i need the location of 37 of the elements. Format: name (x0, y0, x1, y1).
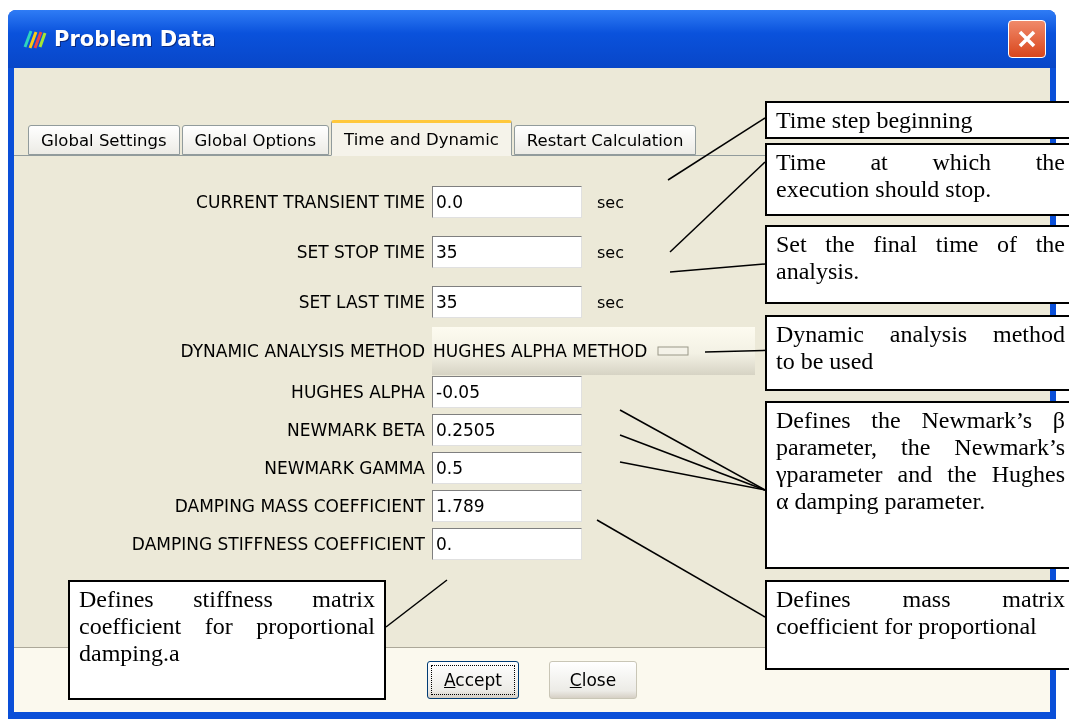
field-label: HUGHES ALPHA (290, 382, 425, 402)
callout-text: Defines mass matrix coefficient for proportional (776, 586, 1065, 640)
callout-text: Defines stiffness matrix coefficient for proportional damping.a (79, 586, 375, 667)
input-field[interactable]: 0.2505 (432, 414, 582, 446)
input-field[interactable]: 35 (432, 236, 582, 268)
tab[interactable]: Global Settings (28, 125, 180, 155)
unit-label: sec (597, 292, 624, 312)
callout-text: Time at which the execution should stop. (776, 149, 1065, 203)
input-field[interactable]: -0.05 (432, 376, 582, 408)
field-label: DAMPING MASS COEFFICIENT (173, 496, 425, 516)
window-title: Problem Data (54, 27, 217, 51)
field-label: DYNAMIC ANALYSIS METHOD (179, 341, 425, 361)
input-field[interactable]: 0.0 (432, 186, 582, 218)
method-dropdown[interactable]: HUGHES ALPHA METHOD (432, 327, 755, 375)
callout-text: Defines the Newmark’s β parameter, the Newmark’s γparameter and the Hughes α damping parameter. (776, 407, 1065, 515)
unit-label: sec (597, 192, 624, 212)
field-label: NEWMARK BETA (285, 420, 425, 440)
tab[interactable]: Global Options (181, 125, 330, 155)
field-label: CURRENT TRANSIENT TIME (195, 192, 425, 212)
field-label: SET LAST TIME (297, 292, 425, 312)
input-field[interactable]: 0.5 (432, 452, 582, 484)
input-field[interactable]: 35 (432, 286, 582, 318)
dialog-button[interactable]: Accept (427, 661, 519, 699)
tab[interactable]: Time and Dynamic (331, 120, 512, 156)
tab[interactable]: Restart Calculation (513, 125, 697, 155)
field-label: NEWMARK GAMMA (263, 458, 425, 478)
unit-label: sec (597, 242, 624, 262)
close-icon[interactable] (1008, 20, 1046, 58)
dropdown-indicator-icon (657, 346, 690, 356)
input-field[interactable]: 0. (432, 528, 582, 560)
callout-text: Set the final time of the analysis. (776, 231, 1065, 285)
callout-text: Dynamic analysis method to be used (776, 321, 1065, 375)
dialog-button[interactable]: Close (548, 661, 637, 699)
input-field[interactable]: 1.789 (432, 490, 582, 522)
callout-text: Time step beginning (776, 107, 974, 134)
field-label: DAMPING STIFFNESS COEFFICIENT (130, 534, 425, 554)
field-label: SET STOP TIME (295, 242, 425, 262)
